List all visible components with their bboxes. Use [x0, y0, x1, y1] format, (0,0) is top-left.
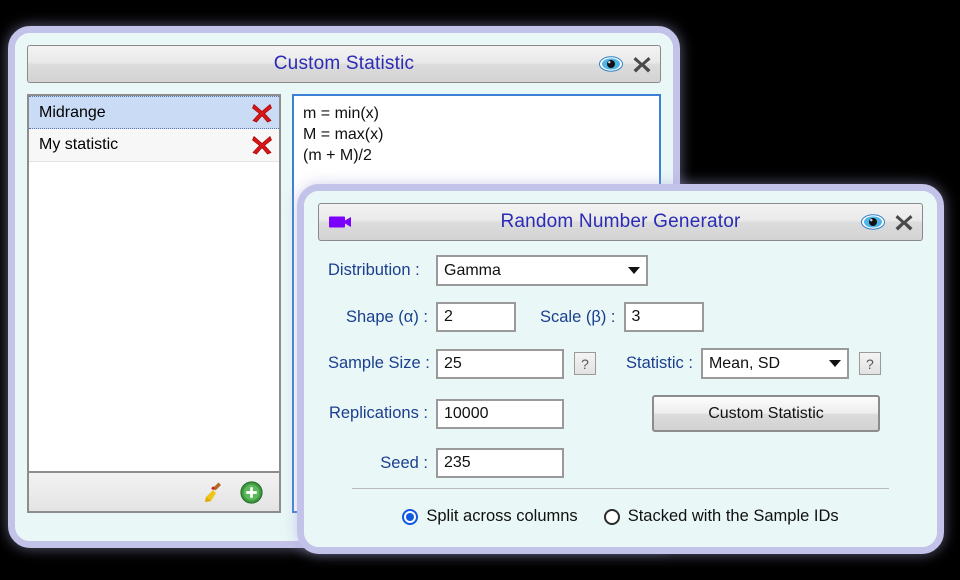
list-item[interactable]: My statistic: [29, 129, 279, 162]
seed-input[interactable]: 235: [436, 448, 564, 478]
replications-input[interactable]: 10000: [436, 398, 564, 429]
custom-statistic-titlebar: Custom Statistic: [27, 45, 661, 83]
radio-stacked-with-sample-ids-label: Stacked with the Sample IDs: [627, 507, 839, 525]
radio-stacked-with-sample-ids[interactable]: Stacked with the Sample IDs: [603, 507, 839, 526]
radio-indicator: [402, 508, 419, 525]
custom-statistic-titlebar-actions: [599, 54, 652, 74]
radio-split-across-columns-label: Split across columns: [426, 507, 578, 525]
red-x-delete-icon[interactable]: [251, 134, 273, 156]
broom-icon[interactable]: [202, 480, 226, 504]
rng-form: Distribution : Gamma Shape (α) : 2 Scale…: [318, 241, 923, 526]
shape-input[interactable]: 2: [436, 302, 516, 332]
list-item-label: Midrange: [39, 103, 106, 121]
red-x-delete-icon[interactable]: [251, 102, 273, 124]
scale-label: Scale (β) :: [540, 307, 616, 326]
statistic-list-panel: Midrange My statistic: [27, 94, 281, 513]
statistic-label: Statistic :: [626, 354, 693, 372]
sample-size-label: Sample Size :: [328, 354, 430, 372]
statistic-help-icon[interactable]: ?: [858, 352, 881, 375]
replications-label: Replications :: [328, 404, 428, 422]
sample-size-input-value: 25: [444, 354, 462, 372]
rng-inner: Random Number Generator Distribution: G…: [304, 191, 937, 526]
replications-row: Replications : 10000 Custom Statistic: [328, 395, 913, 432]
seed-input-value: 235: [444, 454, 471, 471]
output-options-group: Split across columns Stacked with the Sa…: [328, 507, 913, 526]
scale-input-value: 3: [631, 308, 641, 325]
radio-indicator: [603, 508, 620, 525]
green-plus-icon[interactable]: [240, 480, 263, 504]
close-x-icon[interactable]: [632, 54, 652, 74]
sample-size-statistic-row: Sample Size : 25 ? Statistic : Mean, SD …: [328, 348, 913, 379]
statistic-select[interactable]: Mean, SD: [700, 348, 849, 379]
separator: [352, 488, 889, 489]
list-item-label: My statistic: [39, 136, 119, 153]
scale-input[interactable]: 3: [623, 302, 704, 332]
rng-titlebar-actions: [861, 212, 914, 232]
shape-scale-row: Shape (α) : 2 Scale (β) : 3: [328, 302, 913, 332]
eye-icon[interactable]: [599, 56, 623, 72]
seed-row: Seed : 235: [328, 448, 913, 478]
random-number-generator-window: Random Number Generator Distribution: G…: [297, 184, 944, 554]
radio-split-across-columns[interactable]: Split across columns: [402, 507, 578, 526]
rng-title: Random Number Generator: [500, 211, 741, 232]
list-item[interactable]: Midrange: [29, 96, 279, 129]
custom-statistic-button[interactable]: Custom Statistic: [652, 395, 880, 432]
custom-statistic-title: Custom Statistic: [273, 53, 415, 74]
statistic-list-toolbar: [29, 471, 279, 511]
shape-input-value: 2: [444, 308, 453, 325]
chevron-down-icon: [628, 267, 640, 274]
replications-input-value: 10000: [444, 404, 489, 422]
distribution-row: Distribution : Gamma: [328, 255, 913, 286]
close-x-icon[interactable]: [894, 212, 914, 232]
video-camera-icon[interactable]: [328, 213, 354, 231]
seed-label: Seed :: [380, 453, 428, 472]
rng-window-body: Random Number Generator Distribution: G…: [304, 191, 937, 547]
rng-titlebar: Random Number Generator: [318, 203, 923, 241]
chevron-down-icon: [828, 360, 841, 367]
statistic-select-value: Mean, SD: [708, 354, 781, 372]
statistic-list[interactable]: Midrange My statistic: [29, 96, 279, 471]
distribution-label: Distribution :: [328, 261, 420, 279]
distribution-select-value: Gamma: [444, 261, 501, 279]
distribution-select[interactable]: Gamma: [436, 255, 648, 286]
shape-label: Shape (α) :: [346, 307, 428, 326]
sample-size-help-icon[interactable]: ?: [574, 352, 596, 375]
eye-icon[interactable]: [861, 214, 885, 230]
sample-size-input[interactable]: 25: [436, 348, 564, 379]
